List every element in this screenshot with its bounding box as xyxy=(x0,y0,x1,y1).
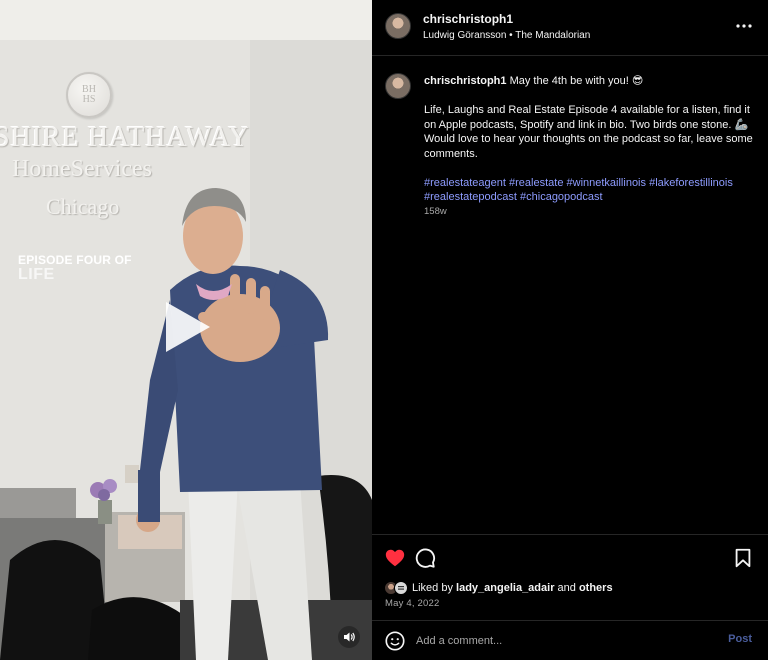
caption-avatar[interactable] xyxy=(385,73,411,99)
comment-composer: Post xyxy=(372,620,768,660)
liker-avatar[interactable] xyxy=(394,581,408,595)
post-caption: chrischristoph1 May the 4th be with you!… xyxy=(424,74,756,219)
liked-by-text: Liked by lady_angelia_adair and others xyxy=(412,582,613,594)
episode-overlay-subtitle: LIFE xyxy=(18,266,55,283)
more-horizontal-icon[interactable] xyxy=(734,16,754,36)
emoji-icon[interactable] xyxy=(384,630,406,652)
liked-others-link[interactable]: others xyxy=(579,582,613,594)
liked-prefix: Liked by xyxy=(412,582,457,594)
hashtag-link[interactable]: #winnetkaillinois xyxy=(567,177,647,189)
brand-signage-line-1: SHIRE HATHAWAY xyxy=(0,122,250,153)
post-comment-button[interactable]: Post xyxy=(728,633,752,645)
caption-body: Life, Laughs and Real Estate Episode 4 a… xyxy=(424,104,753,160)
hashtag-list: #realestateagent #realestate #winnetkail… xyxy=(424,176,756,205)
reel-video[interactable]: BH HS SHIRE HATHAWAY HomeServices Chicag… xyxy=(0,0,372,660)
hashtag-link[interactable]: #realestate xyxy=(509,177,563,189)
hashtag-link[interactable]: #realestateagent xyxy=(424,177,506,189)
hashtag-link[interactable]: #chicagopodcast xyxy=(520,191,603,203)
audio-attribution[interactable]: Ludwig Göransson • The Mandalorian xyxy=(423,30,590,41)
brand-signage-line-3: Chicago xyxy=(46,194,120,219)
caption-username[interactable]: chrischristoph1 xyxy=(424,75,507,87)
post-details-panel: chrischristoph1 Ludwig Göransson • The M… xyxy=(372,0,768,660)
post-date[interactable]: May 4, 2022 xyxy=(385,598,439,609)
play-icon[interactable] xyxy=(162,300,212,354)
comment-input[interactable] xyxy=(416,630,706,652)
bookmark-icon[interactable] xyxy=(732,547,754,569)
hashtag-link[interactable]: #lakeforestillinois xyxy=(649,177,733,189)
brand-signage-line-2: HomeServices xyxy=(12,156,152,182)
caption-first-line: May the 4th be with you! 😎 xyxy=(506,75,644,87)
avatar[interactable] xyxy=(385,13,411,39)
action-bar: Liked by lady_angelia_adair and others M… xyxy=(372,534,768,620)
header-username[interactable]: chrischristoph1 xyxy=(423,12,513,26)
heart-filled-icon[interactable] xyxy=(384,547,406,569)
liked-and: and xyxy=(554,582,579,594)
logo-monogram-bottom: HS xyxy=(82,94,96,105)
brand-logo: BH HS xyxy=(66,72,112,118)
post-header: chrischristoph1 Ludwig Göransson • The M… xyxy=(372,0,768,56)
likes-summary: Liked by lady_angelia_adair and others xyxy=(384,580,613,596)
comment-icon[interactable] xyxy=(414,547,436,569)
caption-timestamp[interactable]: 158w xyxy=(424,206,447,217)
episode-overlay-title: EPISODE FOUR OF xyxy=(18,253,132,267)
liked-user-link[interactable]: lady_angelia_adair xyxy=(456,582,554,594)
hashtag-link[interactable]: #realestatepodcast xyxy=(424,191,517,203)
speaker-icon[interactable] xyxy=(338,626,360,648)
